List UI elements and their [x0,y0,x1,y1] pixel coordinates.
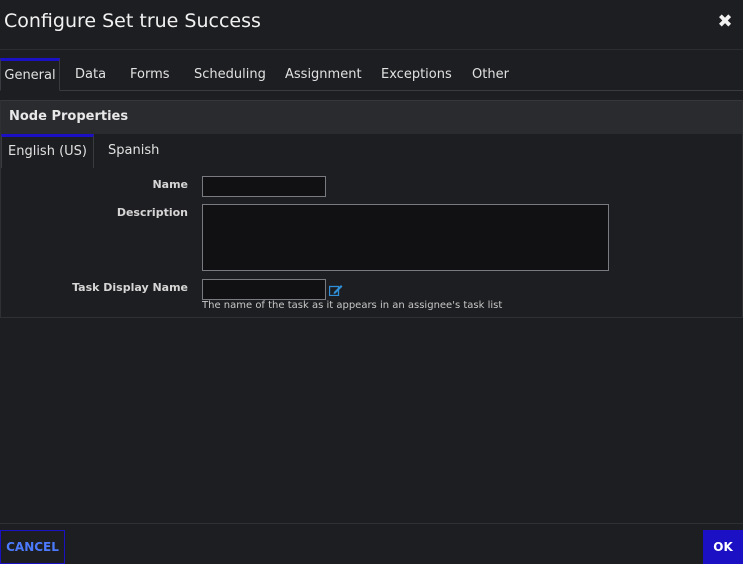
dialog-header: Configure Set true Success ✖ [0,0,743,50]
node-properties-header: Node Properties [1,100,742,134]
language-tabs: English (US) Spanish [1,134,742,168]
description-input[interactable] [202,204,609,271]
node-properties-section: Node Properties English (US) Spanish Nam… [0,100,743,318]
tab-forms[interactable]: Forms [130,58,170,91]
tab-scheduling[interactable]: Scheduling [194,58,266,91]
node-properties-title: Node Properties [9,109,129,124]
tab-assignment[interactable]: Assignment [285,58,362,91]
edit-icon[interactable] [329,284,343,296]
name-input[interactable] [202,176,326,197]
tab-english-us[interactable]: English (US) [1,134,94,168]
cancel-button[interactable]: CANCEL [0,530,65,564]
tab-exceptions[interactable]: Exceptions [381,58,452,91]
tab-other[interactable]: Other [472,58,509,91]
ok-button[interactable]: OK [703,530,743,564]
dialog-footer: CANCEL OK [0,523,743,564]
task-display-name-input[interactable] [202,279,326,300]
dialog-title: Configure Set true Success [4,10,261,32]
description-label: Description [116,206,188,219]
task-display-name-label: Task Display Name [72,281,188,294]
configure-dialog: Configure Set true Success ✖ General Dat… [0,0,743,564]
tab-spanish[interactable]: Spanish [108,134,159,168]
close-icon[interactable]: ✖ [715,10,735,34]
task-display-name-hint: The name of the task as it appears in an… [202,300,503,311]
main-tabs: General Data Forms Scheduling Assignment… [0,58,743,91]
tab-data[interactable]: Data [75,58,106,91]
name-label: Name [152,178,188,191]
tab-general[interactable]: General [0,58,60,91]
